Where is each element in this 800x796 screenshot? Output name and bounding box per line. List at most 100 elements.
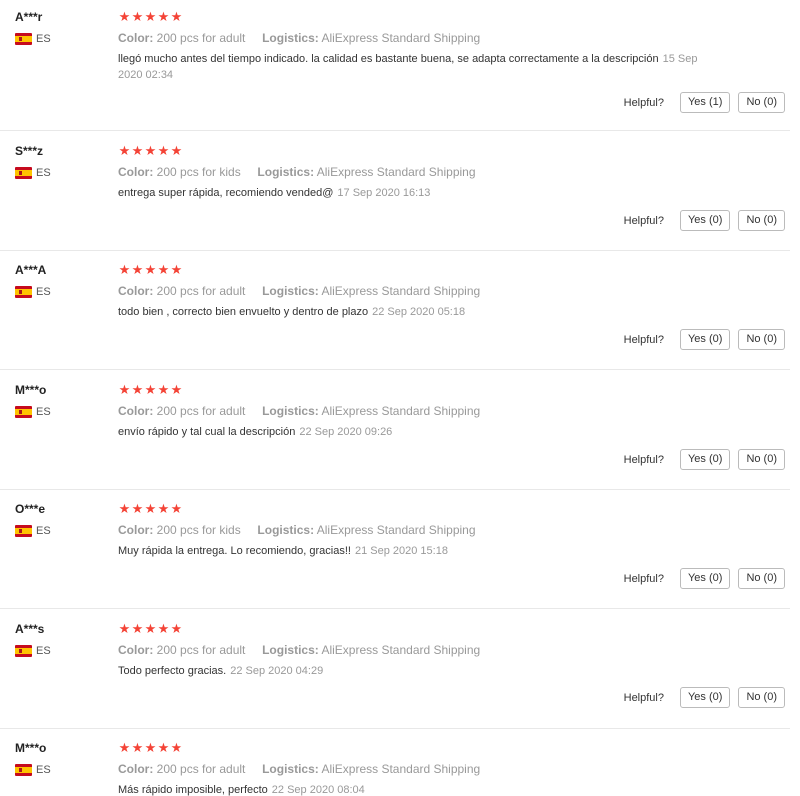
star-icon: ★ — [170, 382, 183, 397]
star-rating: ★ ★ ★ ★ ★ — [118, 502, 718, 516]
helpful-vote: Helpful? Yes (1) No (0) — [624, 92, 785, 113]
review-content: ★ ★ ★ ★ ★ Color: 200 pcs for adult Logistics… — [118, 383, 718, 440]
review-date: 17 Sep 2020 16:13 — [337, 187, 431, 199]
vote-yes-button[interactable]: Yes (0) — [679, 329, 731, 350]
country-code: ES — [36, 764, 51, 776]
reviewer-country: ES — [15, 285, 115, 299]
logistics-value: AliExpress Standard Shipping — [321, 762, 481, 776]
vote-yes-button[interactable]: Yes (0) — [679, 449, 731, 470]
vote-yes-button[interactable]: Yes (0) — [679, 687, 731, 708]
color-value: 200 pcs for adult — [156, 643, 246, 657]
color-value: 200 pcs for kids — [156, 523, 241, 537]
star-icon: ★ — [118, 143, 131, 158]
color-key: Color: — [118, 523, 154, 537]
review-text: Más rápido imposible, perfecto 22 Sep 202… — [118, 782, 718, 796]
review-list: A***r ES ★ ★ ★ ★ ★ Color: 200 pcs for adult … — [0, 0, 800, 796]
review-text: envío rápido y tal cual la descripción 22… — [118, 424, 718, 440]
vote-no-button[interactable]: No (0) — [738, 449, 785, 470]
logistics-value: AliExpress Standard Shipping — [321, 404, 481, 418]
vote-no-button[interactable]: No (0) — [738, 92, 785, 113]
divider — [0, 250, 790, 251]
reviewer-country: ES — [15, 644, 115, 658]
helpful-label: Helpful? — [623, 572, 664, 585]
star-icon: ★ — [144, 382, 157, 397]
color-value: 200 pcs for kids — [156, 165, 241, 179]
divider — [0, 369, 790, 370]
logistics-key: Logistics: — [257, 165, 315, 179]
review-attributes: Color: 200 pcs for kids Logistics: AliEx… — [118, 165, 718, 179]
reviewer-info: A***s ES — [15, 622, 115, 658]
star-icon: ★ — [131, 501, 144, 516]
review-content: ★ ★ ★ ★ ★ Color: 200 pcs for kids Logistics:… — [118, 144, 718, 201]
vote-yes-button[interactable]: Yes (0) — [679, 210, 731, 231]
divider — [0, 489, 790, 490]
star-icon: ★ — [144, 621, 157, 636]
color-value: 200 pcs for adult — [156, 284, 246, 298]
reviewer-name: M***o — [15, 383, 47, 397]
star-icon: ★ — [131, 262, 144, 277]
review-attributes: Color: 200 pcs for adult Logistics: AliE… — [118, 643, 718, 657]
vote-yes-button[interactable]: Yes (1) — [679, 92, 731, 113]
star-icon: ★ — [144, 143, 157, 158]
review-attributes: Color: 200 pcs for adult Logistics: AliE… — [118, 404, 718, 418]
review-text: llegó mucho antes del tiempo indicado. l… — [118, 51, 718, 83]
helpful-label: Helpful? — [623, 691, 664, 704]
helpful-label: Helpful? — [623, 96, 664, 109]
reviewer-name: O***e — [15, 502, 46, 516]
review-body: Todo perfecto gracias. — [118, 665, 227, 677]
helpful-vote: Helpful? Yes (0) No (0) — [624, 210, 785, 231]
logistics-value: AliExpress Standard Shipping — [316, 523, 476, 537]
reviewer-country: ES — [15, 405, 115, 419]
star-icon: ★ — [131, 740, 144, 755]
color-key: Color: — [118, 404, 154, 418]
star-icon: ★ — [131, 621, 144, 636]
vote-no-button[interactable]: No (0) — [738, 329, 785, 350]
logistics-key: Logistics: — [262, 643, 319, 657]
vote-yes-button[interactable]: Yes (0) — [679, 568, 731, 589]
reviewer-name: S***z — [15, 144, 44, 158]
spain-flag-icon — [15, 406, 32, 418]
review-body: envío rápido y tal cual la descripción — [118, 426, 296, 438]
helpful-label: Helpful? — [623, 333, 664, 346]
reviewer-name: M***o — [15, 741, 47, 755]
color-value: 200 pcs for adult — [156, 762, 246, 776]
star-icon: ★ — [118, 382, 131, 397]
review-date: 22 Sep 2020 04:29 — [230, 665, 324, 677]
country-code: ES — [36, 645, 51, 657]
star-icon: ★ — [144, 9, 157, 24]
country-code: ES — [36, 406, 51, 418]
reviewer-info: A***r ES — [15, 10, 115, 46]
spain-flag-icon — [15, 33, 32, 45]
vote-no-button[interactable]: No (0) — [738, 210, 785, 231]
helpful-vote: Helpful? Yes (0) No (0) — [624, 329, 785, 350]
star-icon: ★ — [170, 262, 183, 277]
review-content: ★ ★ ★ ★ ★ Color: 200 pcs for adult Logistics… — [118, 263, 718, 320]
review-body: Muy rápida la entrega. Lo recomiendo, gr… — [118, 545, 351, 557]
color-value: 200 pcs for adult — [156, 404, 246, 418]
star-icon: ★ — [170, 740, 183, 755]
logistics-key: Logistics: — [262, 404, 319, 418]
star-icon: ★ — [170, 143, 183, 158]
star-icon: ★ — [157, 9, 170, 24]
review-content: ★ ★ ★ ★ ★ Color: 200 pcs for adult Logistics… — [118, 741, 718, 796]
logistics-value: AliExpress Standard Shipping — [321, 284, 481, 298]
star-rating: ★ ★ ★ ★ ★ — [118, 263, 718, 277]
reviewer-country: ES — [15, 166, 115, 180]
reviewer-info: S***z ES — [15, 144, 115, 180]
logistics-value: AliExpress Standard Shipping — [321, 31, 481, 45]
vote-no-button[interactable]: No (0) — [738, 687, 785, 708]
vote-no-button[interactable]: No (0) — [738, 568, 785, 589]
review-date: 21 Sep 2020 15:18 — [354, 545, 448, 557]
logistics-key: Logistics: — [262, 284, 319, 298]
color-key: Color: — [118, 284, 154, 298]
reviewer-country: ES — [15, 32, 115, 46]
star-icon: ★ — [118, 740, 131, 755]
review-text: Todo perfecto gracias. 22 Sep 2020 04:29 — [118, 663, 718, 679]
divider — [0, 130, 790, 131]
star-icon: ★ — [170, 9, 183, 24]
reviewer-info: M***o ES — [15, 383, 115, 419]
helpful-vote: Helpful? Yes (0) No (0) — [624, 568, 785, 589]
helpful-vote: Helpful? Yes (0) No (0) — [624, 687, 785, 708]
reviewer-name: A***r — [15, 10, 43, 24]
review-text: Muy rápida la entrega. Lo recomiendo, gr… — [118, 543, 718, 559]
